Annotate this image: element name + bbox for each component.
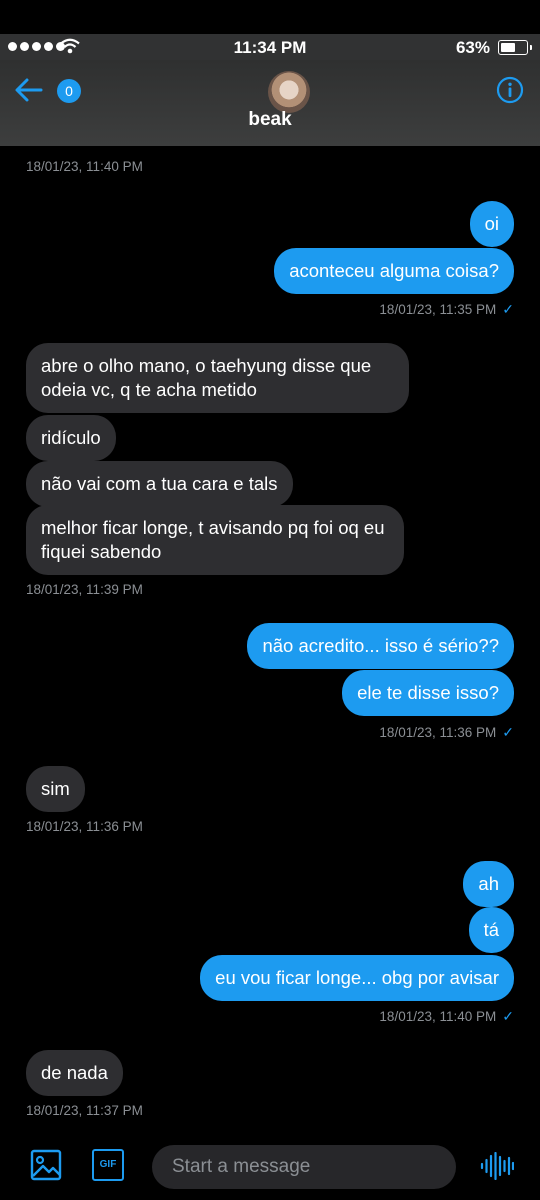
image-icon[interactable] <box>30 1149 62 1181</box>
message-thread[interactable]: 18/01/23, 11:40 PM oi aconteceu alguma c… <box>0 146 540 1130</box>
timestamp-text: 18/01/23, 11:40 PM <box>379 1009 497 1024</box>
message-composer: GIF <box>0 1130 540 1200</box>
timestamp-text: 18/01/23, 11:36 PM <box>379 725 497 740</box>
message-timestamp: 18/01/23, 11:35 PM ✓ <box>379 301 514 318</box>
message-timestamp: 18/01/23, 11:36 PM ✓ <box>379 724 514 741</box>
message-timestamp: 18/01/23, 11:40 PM <box>26 159 143 174</box>
sent-message[interactable]: aconteceu alguma coisa? <box>274 248 514 294</box>
sent-message[interactable]: não acredito... isso é sério?? <box>247 623 514 669</box>
sent-message[interactable]: eu vou ficar longe... obg por avisar <box>200 955 514 1001</box>
timestamp-text: 18/01/23, 11:35 PM <box>379 302 497 317</box>
sent-message[interactable]: tá <box>468 907 514 953</box>
info-icon[interactable] <box>496 76 524 104</box>
back-arrow-icon[interactable] <box>12 73 46 107</box>
sent-message[interactable]: oi <box>469 201 514 247</box>
message-timestamp: 18/01/23, 11:39 PM <box>26 582 143 597</box>
unread-count-badge[interactable]: 0 <box>57 79 81 103</box>
message-timestamp: 18/01/23, 11:36 PM <box>26 819 143 834</box>
received-message[interactable]: abre o olho mano, o taehyung disse que o… <box>26 343 409 413</box>
voice-message-icon[interactable] <box>480 1152 514 1180</box>
contact-name[interactable]: beak <box>0 109 540 131</box>
sent-message[interactable]: ah <box>463 861 514 907</box>
received-message[interactable]: não vai com a tua cara e tals <box>26 461 293 507</box>
received-message[interactable]: melhor ficar longe, t avisando pq foi oq… <box>26 505 404 575</box>
sent-message[interactable]: ele te disse isso? <box>342 670 514 716</box>
battery-percentage: 63% <box>455 38 490 57</box>
read-check-icon: ✓ <box>502 724 514 740</box>
gif-label: GIF <box>99 1159 117 1170</box>
gif-icon[interactable]: GIF <box>92 1149 124 1181</box>
received-message[interactable]: de nada <box>26 1050 123 1096</box>
battery-icon <box>498 40 532 55</box>
received-message[interactable]: sim <box>26 766 85 812</box>
message-timestamp: 18/01/23, 11:40 PM ✓ <box>379 1008 514 1025</box>
contact-avatar[interactable] <box>268 71 310 113</box>
status-bar: 11:34 PM 63% <box>0 34 540 60</box>
battery-level-fill <box>501 43 515 52</box>
conversation-header: 0 beak <box>0 60 540 146</box>
read-check-icon: ✓ <box>502 1008 514 1024</box>
received-message[interactable]: ridículo <box>26 415 116 461</box>
message-input[interactable] <box>152 1145 456 1189</box>
read-check-icon: ✓ <box>502 301 514 317</box>
message-timestamp: 18/01/23, 11:37 PM <box>26 1103 143 1118</box>
